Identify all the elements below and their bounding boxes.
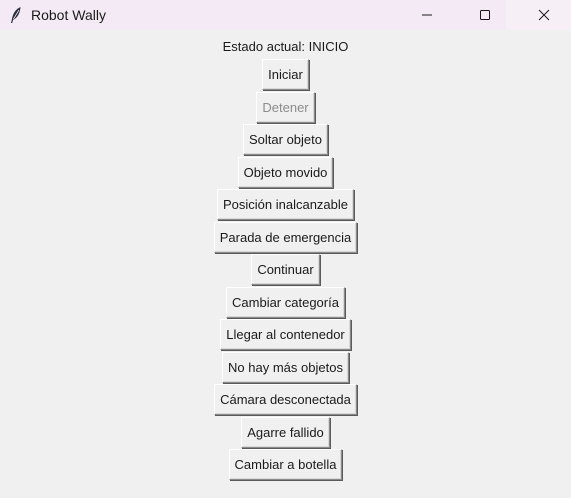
app-window: Robot Wally Estado actual: INICIO Inicia… bbox=[0, 0, 571, 498]
stop-button[interactable]: Detener bbox=[256, 91, 315, 123]
reach-container-button[interactable]: Llegar al contenedor bbox=[220, 319, 351, 350]
minimize-button[interactable] bbox=[404, 0, 450, 30]
emergency-stop-button[interactable]: Parada de emergencia bbox=[213, 221, 358, 253]
close-icon bbox=[538, 9, 550, 21]
feather-icon bbox=[8, 6, 24, 24]
change-category-button[interactable]: Cambiar categoría bbox=[226, 286, 345, 318]
main-content: Estado actual: INICIO Iniciar Detener So… bbox=[0, 30, 571, 498]
title-bar[interactable]: Robot Wally bbox=[0, 0, 571, 30]
object-moved-button[interactable]: Objeto movido bbox=[237, 156, 334, 188]
minimize-icon bbox=[421, 9, 433, 21]
camera-disconnected-button[interactable]: Cámara desconectada bbox=[214, 384, 357, 415]
maximize-icon bbox=[479, 9, 491, 21]
button-stack: Iniciar Detener Soltar objeto Objeto mov… bbox=[0, 59, 571, 482]
status-label: Estado actual: INICIO bbox=[222, 39, 349, 54]
unreachable-position-button[interactable]: Posición inalcanzable bbox=[216, 189, 355, 220]
start-button[interactable]: Iniciar bbox=[262, 59, 309, 90]
window-title: Robot Wally bbox=[31, 7, 106, 23]
drop-object-button[interactable]: Soltar objeto bbox=[243, 124, 328, 155]
close-button[interactable] bbox=[521, 0, 567, 30]
continue-button[interactable]: Continuar bbox=[251, 254, 320, 285]
no-more-objects-button[interactable]: No hay más objetos bbox=[222, 351, 349, 383]
switch-to-bottle-button[interactable]: Cambiar a botella bbox=[228, 449, 343, 480]
grip-failed-button[interactable]: Agarre fallido bbox=[241, 416, 330, 448]
maximize-button[interactable] bbox=[462, 0, 508, 30]
